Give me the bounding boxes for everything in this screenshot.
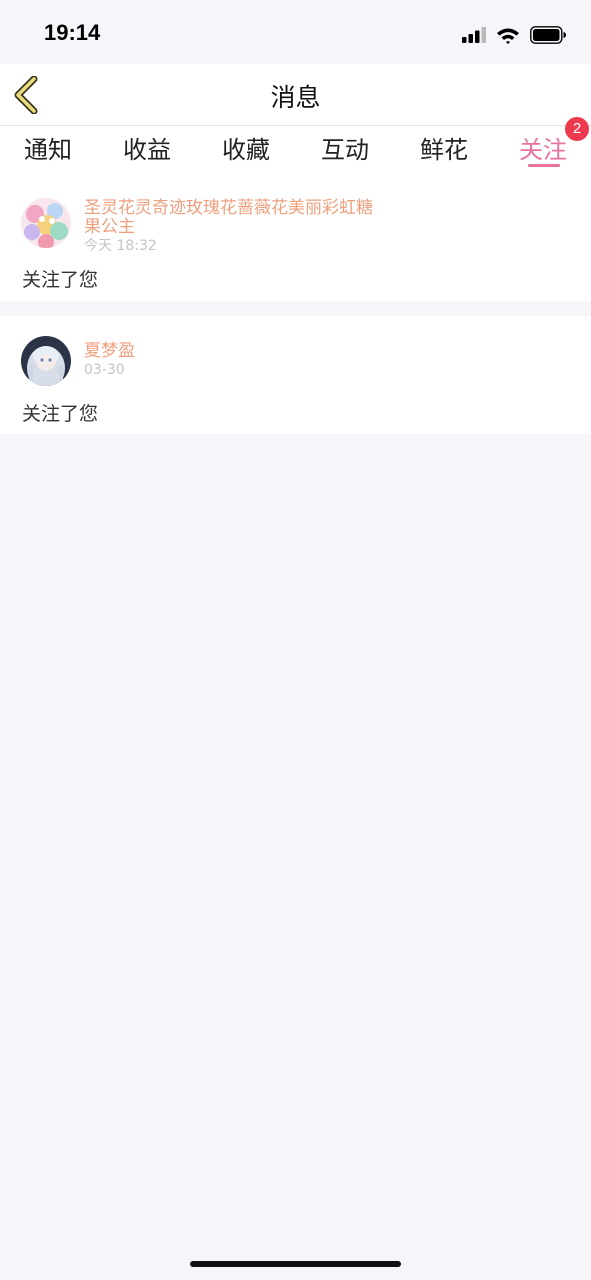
page: 19:14 消息 通知 收益 收藏 互动 鲜花 关注 2 圣灵花灵奇迹玫瑰花蔷薇… [0, 0, 591, 1280]
battery-icon [530, 26, 566, 44]
page-title: 消息 [270, 83, 321, 112]
status-icons [462, 24, 567, 46]
tab-bar: 通知 收益 收藏 互动 鲜花 关注 [0, 126, 591, 180]
tab-follow[interactable]: 关注 [519, 130, 567, 165]
wifi-icon [497, 28, 519, 44]
timestamp: 今天 18:32 [84, 238, 157, 254]
notification-item[interactable]: 夏梦盈 03-30 关注了您 [0, 316, 591, 434]
message-text: 关注了您 [22, 403, 99, 425]
tab-flowers[interactable]: 鲜花 [420, 130, 468, 165]
unread-badge: 2 [565, 117, 589, 141]
avatar-image [21, 336, 71, 386]
avatar-image [21, 198, 71, 248]
status-time: 19:14 [44, 20, 101, 45]
status-bar: 19:14 [0, 0, 591, 64]
tab-earnings[interactable]: 收益 [123, 130, 171, 165]
tab-favorites[interactable]: 收藏 [222, 130, 270, 165]
avatar[interactable] [21, 336, 71, 386]
message-text: 关注了您 [22, 269, 99, 291]
nav-bar: 消息 [0, 64, 591, 126]
tab-notice[interactable]: 通知 [24, 130, 72, 165]
signal-icon [462, 27, 486, 43]
avatar[interactable] [21, 198, 71, 248]
notification-item[interactable]: 圣灵花灵奇迹玫瑰花蔷薇花美丽彩虹糖果公主 今天 18:32 关注了您 [0, 180, 591, 301]
user-name[interactable]: 夏梦盈 [84, 342, 384, 361]
home-indicator [190, 1261, 401, 1267]
timestamp: 03-30 [84, 362, 125, 378]
user-name[interactable]: 圣灵花灵奇迹玫瑰花蔷薇花美丽彩虹糖果公主 [84, 199, 384, 237]
active-tab-indicator [528, 164, 560, 167]
tab-interaction[interactable]: 互动 [321, 130, 369, 165]
